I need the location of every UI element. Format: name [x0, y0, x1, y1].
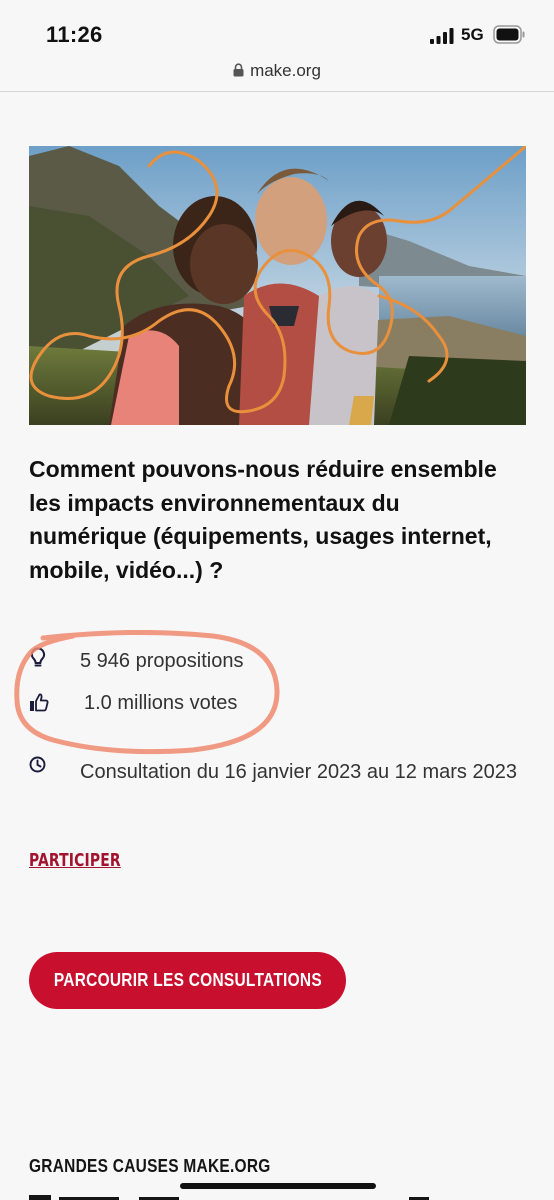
consultation-dates: Consultation du 16 janvier 2023 au 12 ma… — [80, 761, 517, 783]
browse-consultations-button[interactable]: PARCOURIR LES CONSULTATIONS — [29, 952, 346, 1009]
section-heading: GRANDES CAUSES MAKE.ORG — [29, 1156, 271, 1176]
network-type: 5G — [461, 25, 484, 44]
signal-strength-icon — [430, 28, 454, 44]
participate-link[interactable]: PARTICIPER — [29, 850, 121, 871]
hand-drawn-highlight-circle — [14, 630, 280, 755]
browse-consultations-label: PARCOURIR LES CONSULTATIONS — [53, 970, 322, 990]
home-indicator[interactable] — [180, 1183, 376, 1189]
status-bar: 11:26 5G — [0, 0, 554, 56]
address-bar[interactable]: make.org — [0, 56, 554, 92]
battery-icon — [493, 25, 525, 44]
url-text: make.org — [250, 61, 321, 80]
url-display[interactable]: make.org — [0, 61, 554, 81]
cut-off-next-content — [29, 1190, 449, 1200]
consultation-title: Comment pouvons-nous réduire ensemble le… — [29, 456, 497, 583]
lock-icon — [233, 63, 244, 77]
consultation-hero-image — [29, 146, 526, 425]
status-time: 11:26 — [46, 22, 103, 47]
hero-photo — [29, 146, 526, 425]
